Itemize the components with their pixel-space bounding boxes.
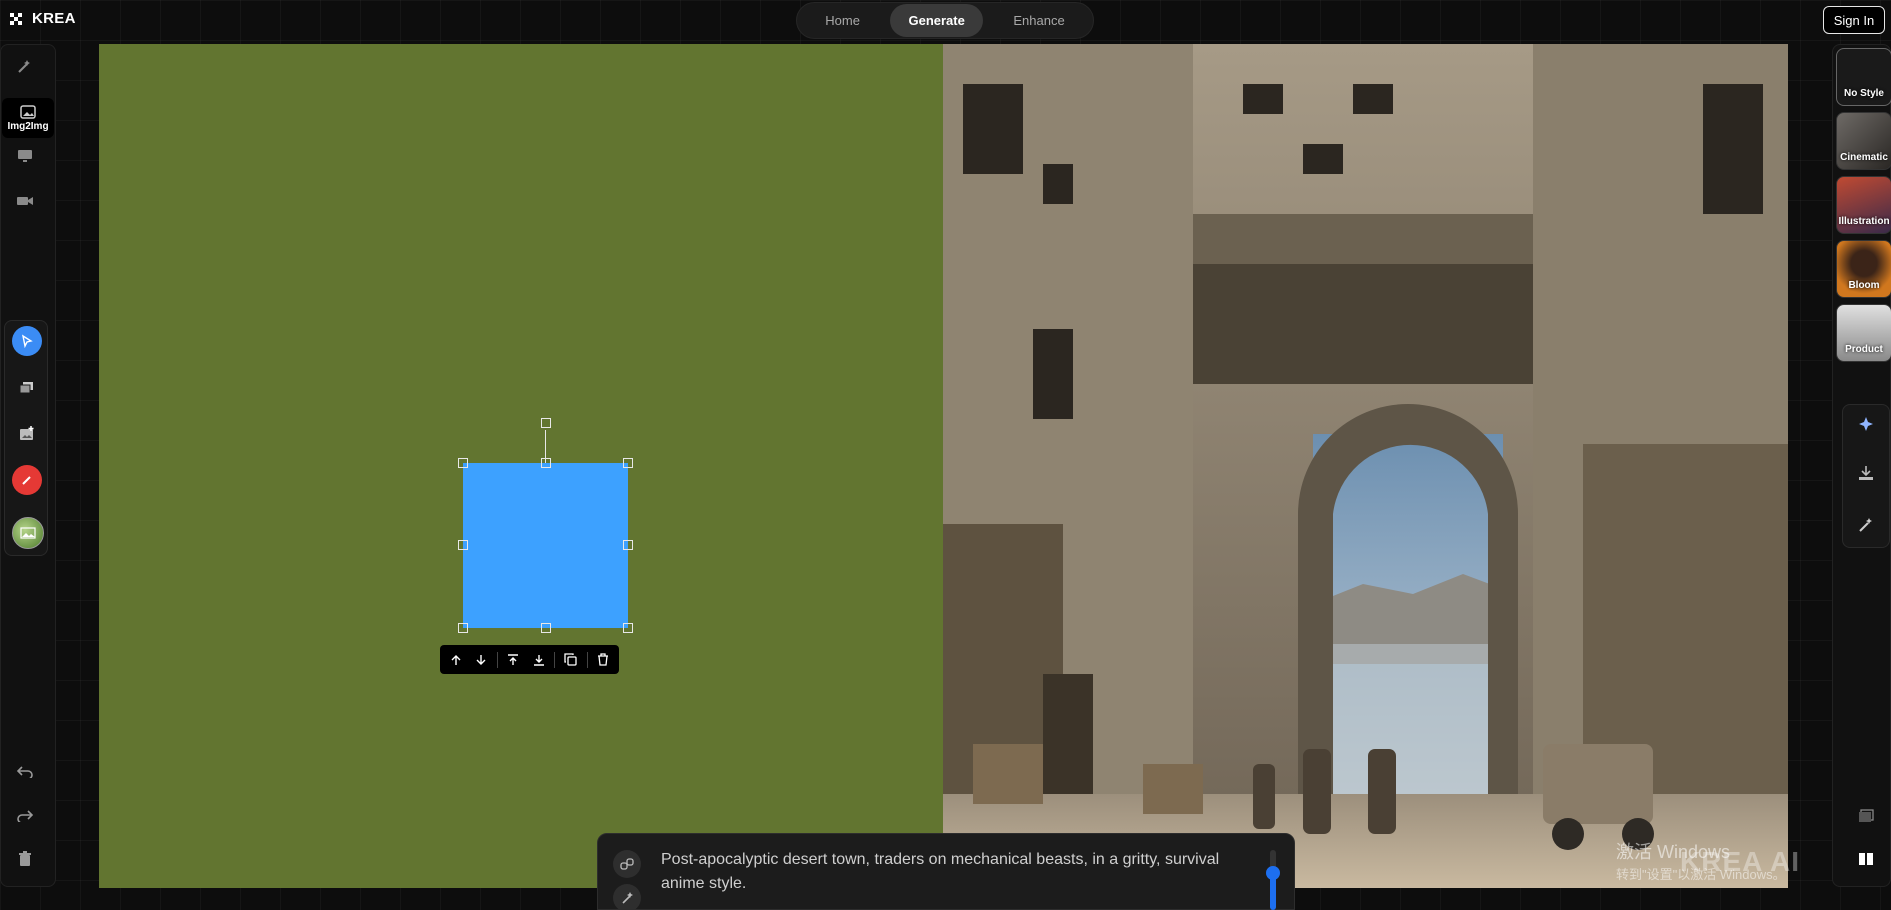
generated-output-image[interactable] [943, 44, 1788, 888]
prompt-text-line-1: Post-apocalyptic desert town, traders on… [661, 851, 1220, 868]
style-bloom[interactable]: Bloom [1836, 240, 1891, 298]
pointer-icon [21, 334, 33, 348]
nav-tab-home[interactable]: Home [807, 4, 878, 37]
selected-rectangle-shape[interactable] [463, 463, 628, 628]
pointer-tool-button[interactable] [12, 326, 42, 356]
sparkles-icon[interactable] [1856, 415, 1876, 435]
landscape-thumbnail-icon [20, 527, 36, 539]
style-illustration[interactable]: Illustration [1836, 176, 1891, 234]
mode-img2img-label: Img2Img [7, 120, 49, 132]
video-camera-icon[interactable] [15, 191, 35, 211]
style-illustration-label: Illustration [1838, 216, 1890, 227]
resize-handle-left[interactable] [458, 540, 468, 550]
move-down-icon[interactable] [469, 648, 492, 672]
layers-tool-button[interactable] [12, 373, 42, 403]
prompt-input[interactable]: Post-apocalyptic desert town, traders on… [661, 848, 1261, 896]
toolbar-divider [554, 651, 556, 668]
strength-slider-knob[interactable] [1266, 866, 1280, 880]
image-icon [20, 104, 36, 119]
enhance-wand-icon[interactable] [1856, 515, 1876, 535]
style-cinematic[interactable]: Cinematic [1836, 112, 1891, 170]
rotation-handle[interactable] [541, 418, 551, 428]
windows-activation-title: 激活 Windows [1616, 842, 1731, 862]
style-bloom-label: Bloom [1848, 280, 1880, 291]
move-up-icon[interactable] [444, 648, 467, 672]
windows-activation-subtitle: 转到"设置"以激活 Windows。 [1616, 867, 1786, 882]
layers-icon [19, 382, 33, 394]
sign-in-button[interactable]: Sign In [1823, 6, 1885, 34]
nav-tab-generate[interactable]: Generate [890, 4, 983, 37]
style-no-style-label: No Style [1843, 88, 1884, 99]
single-view-icon[interactable] [1856, 806, 1876, 826]
mode-img2img[interactable]: Img2Img [2, 98, 54, 138]
resize-handle-bottom-left[interactable] [458, 623, 468, 633]
prompt-link-button[interactable] [613, 850, 641, 878]
generated-scene-illustration [943, 44, 1788, 888]
redo-icon[interactable] [15, 805, 35, 825]
tool-group [4, 320, 48, 556]
split-view-icon[interactable] [1856, 849, 1876, 869]
shape-toolbar [440, 645, 619, 674]
style-product-label: Product [1845, 344, 1883, 355]
nav-tab-enhance[interactable]: Enhance [995, 4, 1082, 37]
app-name: KREA [32, 10, 76, 27]
style-cinematic-label: Cinematic [1840, 152, 1888, 163]
link-icon [620, 858, 634, 870]
add-image-icon [20, 426, 34, 440]
prompt-style-button[interactable] [613, 884, 641, 910]
monitor-icon[interactable] [15, 146, 35, 166]
toolbar-divider [496, 651, 498, 668]
resize-handle-top-right[interactable] [623, 458, 633, 468]
brush-tool-button[interactable] [12, 465, 42, 495]
background-image-button[interactable] [12, 517, 44, 549]
krea-logo-icon [10, 12, 22, 25]
download-icon[interactable] [1856, 463, 1876, 483]
add-image-tool-button[interactable] [12, 419, 42, 449]
trash-icon[interactable] [15, 849, 35, 869]
send-to-back-icon[interactable] [527, 648, 550, 672]
toolbar-divider [586, 651, 588, 668]
prompt-text-line-2: anime style. [661, 875, 747, 892]
resize-handle-bottom-right[interactable] [623, 623, 633, 633]
wand-small-icon [622, 892, 633, 904]
duplicate-icon[interactable] [559, 648, 582, 672]
resize-handle-right[interactable] [623, 540, 633, 550]
undo-icon[interactable] [15, 761, 35, 781]
delete-icon[interactable] [592, 648, 615, 672]
resize-handle-bottom[interactable] [541, 623, 551, 633]
style-no-style[interactable]: No Style [1836, 48, 1891, 106]
bring-to-front-icon[interactable] [502, 648, 525, 672]
resize-handle-top[interactable] [541, 458, 551, 468]
brush-icon [22, 476, 31, 485]
app-logo[interactable]: KREA [8, 10, 76, 27]
wand-icon[interactable] [15, 56, 35, 76]
resize-handle-top-left[interactable] [458, 458, 468, 468]
style-product[interactable]: Product [1836, 304, 1891, 362]
main-nav: Home Generate Enhance [796, 2, 1094, 39]
